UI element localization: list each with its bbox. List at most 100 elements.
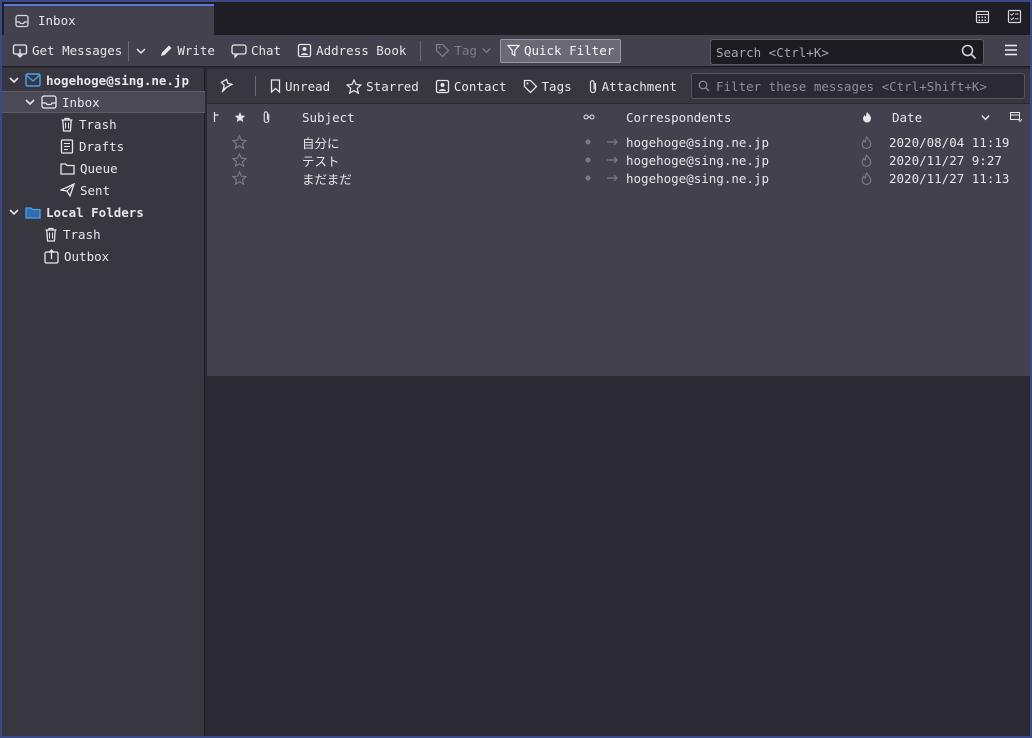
message-preview-pane [207, 376, 1030, 736]
sidebar-item-trash[interactable]: Trash [2, 113, 205, 135]
message-correspondent: hogehoge@sing.ne.jp [626, 134, 769, 150]
outgoing-arrow-icon [607, 133, 619, 151]
sidebar-item-label: Trash [79, 116, 117, 132]
message-subject: テスト [302, 153, 340, 169]
account-name: hogehoge@sing.ne.jp [46, 72, 189, 88]
star-toggle-icon[interactable] [232, 151, 247, 169]
local-folder-icon [25, 206, 41, 219]
contact-filter-button[interactable]: Contact [427, 79, 515, 94]
tab-bar: Inbox [2, 2, 1030, 35]
unread-label: Unread [285, 78, 331, 94]
sidebar-item-sent[interactable]: Sent [2, 179, 205, 201]
trash-icon [60, 117, 74, 132]
junk-flame-icon[interactable] [861, 133, 872, 151]
write-button[interactable]: Write [151, 39, 223, 63]
write-label: Write [177, 43, 215, 58]
star-toggle-icon[interactable] [232, 133, 247, 151]
contact-label: Contact [453, 78, 507, 94]
message-correspondent: hogehoge@sing.ne.jp [626, 152, 769, 168]
sidebar-item-drafts[interactable]: Drafts [2, 135, 205, 157]
message-date: 2020/08/04 11:19 [889, 134, 1010, 150]
tags-filter-button[interactable]: Tags [515, 79, 580, 94]
column-picker-icon[interactable] [1010, 111, 1022, 123]
sidebar-item-label: Sent [80, 182, 111, 198]
message-subject: まだまだ [302, 171, 352, 187]
filter-icon [506, 44, 520, 57]
star-column-icon[interactable] [234, 111, 246, 123]
sort-chevron-down-icon[interactable] [980, 112, 991, 123]
tab-inbox[interactable]: Inbox [4, 4, 214, 35]
address-book-label: Address Book [316, 43, 407, 58]
contact-icon [435, 79, 450, 94]
search-icon [698, 80, 710, 92]
account-row[interactable]: hogehoge@sing.ne.jp [2, 69, 205, 91]
trash-icon [44, 227, 58, 242]
chevron-down-icon[interactable] [8, 74, 20, 86]
message-date: 2020/11/27 11:13 [889, 170, 1010, 186]
sidebar-item-label: Outbox [64, 248, 110, 264]
drafts-icon [60, 138, 74, 154]
attachment-column-icon[interactable] [262, 110, 271, 124]
inbox-icon [14, 13, 30, 29]
chevron-down-icon[interactable] [8, 206, 20, 218]
tag-icon [435, 43, 450, 58]
thread-pane: Subject Correspondents Date 自分に hogehoge… [207, 104, 1030, 376]
main-toolbar: Get Messages Write Chat Address Book Tag… [2, 35, 1030, 67]
tasks-icon[interactable] [1006, 8, 1022, 24]
unread-dot-icon[interactable] [585, 133, 591, 151]
menu-hamburger-icon[interactable] [1004, 43, 1018, 57]
starred-filter-button[interactable]: Starred [338, 78, 427, 94]
message-row[interactable]: まだまだ hogehoge@sing.ne.jp 2020/11/27 11:1… [207, 169, 1030, 187]
chevron-down-icon[interactable] [24, 96, 36, 108]
sidebar-item-label: Trash [63, 226, 101, 242]
attachment-filter-button[interactable]: Attachment [580, 79, 685, 94]
column-subject[interactable]: Subject [302, 110, 355, 125]
star-icon [346, 78, 363, 94]
folder-icon [60, 162, 75, 175]
toolbar-separator [128, 40, 130, 61]
get-messages-dropdown-chevron-icon[interactable] [131, 39, 151, 63]
tag-button[interactable]: Tag [427, 39, 500, 63]
global-search-input[interactable]: Search <Ctrl+K> [710, 39, 984, 65]
unread-dot-icon[interactable] [585, 151, 591, 169]
pencil-icon [159, 44, 173, 58]
chat-button[interactable]: Chat [223, 39, 289, 63]
local-folders-row[interactable]: Local Folders [2, 201, 205, 223]
unread-dot-icon[interactable] [585, 169, 591, 187]
message-date: 2020/11/27 9:27 [889, 152, 1002, 168]
message-row[interactable]: 自分に hogehoge@sing.ne.jp 2020/08/04 11:19 [207, 133, 1030, 151]
star-toggle-icon[interactable] [232, 169, 247, 187]
junk-flame-icon[interactable] [861, 151, 872, 169]
quick-filter-button[interactable]: Quick Filter [499, 38, 622, 63]
junk-flame-icon[interactable] [861, 169, 872, 187]
read-status-column-icon[interactable] [583, 114, 595, 120]
download-icon [12, 43, 28, 59]
address-book-button[interactable]: Address Book [289, 39, 414, 63]
sidebar-item-inbox[interactable]: Inbox [2, 91, 205, 113]
column-correspondents[interactable]: Correspondents [626, 110, 731, 125]
quick-filter-bar: Unread Starred Contact Tags Attachment F… [207, 69, 1030, 104]
starred-label: Starred [366, 78, 419, 94]
message-row[interactable]: テスト hogehoge@sing.ne.jp 2020/11/27 9:27 [207, 151, 1030, 169]
unread-filter-button[interactable]: Unread [262, 79, 338, 94]
filter-messages-input[interactable]: Filter these messages <Ctrl+Shift+K> [691, 73, 1025, 99]
sidebar-item-label: Queue [80, 160, 118, 176]
sidebar-item-outbox[interactable]: Outbox [2, 245, 205, 267]
sidebar-item-local-trash[interactable]: Trash [2, 223, 205, 245]
inbox-icon [41, 95, 57, 109]
sidebar-item-queue[interactable]: Queue [2, 157, 205, 179]
send-icon [60, 183, 75, 197]
thread-column-icon[interactable] [213, 111, 221, 123]
outgoing-arrow-icon [607, 169, 619, 187]
message-subject: 自分に [302, 135, 340, 151]
search-placeholder: Search <Ctrl+K> [716, 44, 829, 60]
folder-pane: hogehoge@sing.ne.jp Inbox Trash Drafts Q… [2, 68, 205, 736]
sticky-pin-icon[interactable] [207, 78, 249, 94]
thunderbird-window: Inbox Get Messages Write Chat Address Bo… [0, 0, 1032, 738]
column-date[interactable]: Date [892, 110, 922, 125]
search-icon [961, 44, 977, 60]
junk-column-icon[interactable] [862, 111, 872, 123]
message-correspondent: hogehoge@sing.ne.jp [626, 170, 769, 186]
calendar-icon[interactable] [974, 8, 990, 24]
get-messages-button[interactable]: Get Messages [2, 39, 126, 63]
